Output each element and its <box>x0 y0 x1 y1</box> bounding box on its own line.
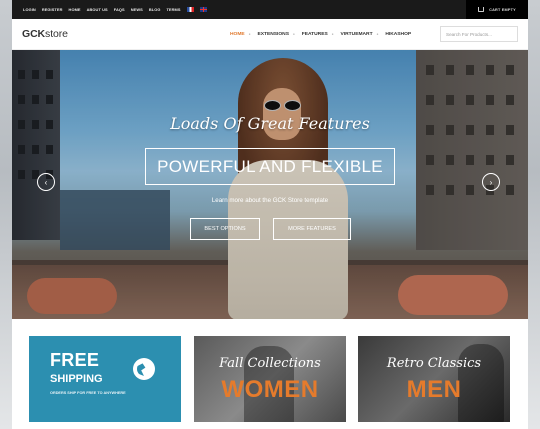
more-features-button[interactable]: MORE FEATURES <box>273 218 351 240</box>
about-us-link[interactable]: ABOUT US <box>87 7 108 12</box>
nav-separator-icon: • <box>376 31 379 38</box>
page-wrapper: LOGIN REGISTER HOME ABOUT US FAQS NEWS B… <box>12 0 528 429</box>
terms-link[interactable]: TERMS <box>166 7 180 12</box>
chevron-right-icon: › <box>489 177 493 187</box>
women-kicker: Fall Collections <box>219 356 321 371</box>
free-shipping-tile[interactable]: FREE SHIPPING ORDERS SHIP FOR FREE TO AN… <box>29 336 181 422</box>
faqs-link[interactable]: FAQS <box>114 7 125 12</box>
cart-button[interactable]: CART EMPTY <box>466 0 528 19</box>
nav-item-features[interactable]: FEATURES • <box>302 32 334 38</box>
nav-features-label: FEATURES <box>301 32 328 37</box>
hero-subtext: Learn more about the GCK Store template <box>211 197 329 204</box>
nav-item-home[interactable]: HOME • <box>230 32 250 38</box>
men-collection-tile[interactable]: Retro Classics MEN <box>358 336 510 422</box>
nav-virtuemart-label: VIRTUEMART <box>340 32 373 37</box>
women-collection-tile[interactable]: Fall Collections WOMEN <box>194 336 346 422</box>
nav-item-hikashop[interactable]: HIKASHOP <box>385 32 411 37</box>
slider-prev-button[interactable]: ‹ <box>37 173 55 191</box>
women-title: WOMEN <box>221 376 319 403</box>
men-kicker: Retro Classics <box>386 356 482 371</box>
hero-kicker: Loads Of Great Features <box>170 114 370 133</box>
globe-icon <box>133 358 155 380</box>
logo-bold-text: GCK <box>22 28 46 40</box>
nav-separator-icon: • <box>331 31 334 38</box>
slider-next-button[interactable]: › <box>482 173 500 191</box>
news-link[interactable]: NEWS <box>131 7 143 12</box>
cart-label: CART EMPTY <box>489 7 516 12</box>
nav-hikashop-label: HIKASHOP <box>385 32 412 37</box>
main-nav: HOME • EXTENSIONS • FEATURES • VIRTUEMART • … <box>230 19 411 50</box>
home-link[interactable]: HOME <box>69 7 81 12</box>
nav-item-extensions[interactable]: EXTENSIONS • <box>257 32 294 38</box>
cart-icon <box>478 7 485 12</box>
search-input[interactable]: Search For Products... <box>440 26 518 42</box>
nav-separator-icon: • <box>292 31 295 38</box>
site-header: GCKstore HOME • EXTENSIONS • FEATURES • VIR… <box>12 19 528 50</box>
english-flag-icon[interactable] <box>199 7 207 12</box>
nav-extensions-label: EXTENSIONS <box>257 32 289 37</box>
page-background-right <box>528 0 540 429</box>
site-logo[interactable]: GCKstore <box>22 28 68 40</box>
chevron-left-icon: ‹ <box>44 177 48 187</box>
shipping-note: ORDERS SHIP FOR FREE TO ANYWHERE <box>50 391 126 395</box>
nav-separator-icon: • <box>248 31 251 38</box>
shipping-title: FREE <box>50 350 100 370</box>
login-link[interactable]: LOGIN <box>23 7 36 12</box>
men-title: MEN <box>406 376 462 403</box>
french-flag-icon[interactable] <box>186 7 194 12</box>
hero-headline: POWERFUL AND FLEXIBLE <box>145 148 395 185</box>
hero-slider: Loads Of Great Features POWERFUL AND FLE… <box>12 50 528 319</box>
top-links: LOGIN REGISTER HOME ABOUT US FAQS NEWS B… <box>23 7 207 12</box>
register-link[interactable]: REGISTER <box>42 7 63 12</box>
best-options-button[interactable]: BEST OPTIONS <box>190 218 260 240</box>
shipping-subtitle: SHIPPING <box>50 373 103 385</box>
blog-link[interactable]: BLOG <box>149 7 161 12</box>
promo-tiles: FREE SHIPPING ORDERS SHIP FOR FREE TO AN… <box>12 319 528 429</box>
nav-home-label: HOME <box>230 32 245 37</box>
top-bar: LOGIN REGISTER HOME ABOUT US FAQS NEWS B… <box>12 0 528 19</box>
page-background-left <box>0 0 12 429</box>
nav-item-virtuemart[interactable]: VIRTUEMART • <box>341 32 379 38</box>
logo-light-text: store <box>45 28 68 40</box>
